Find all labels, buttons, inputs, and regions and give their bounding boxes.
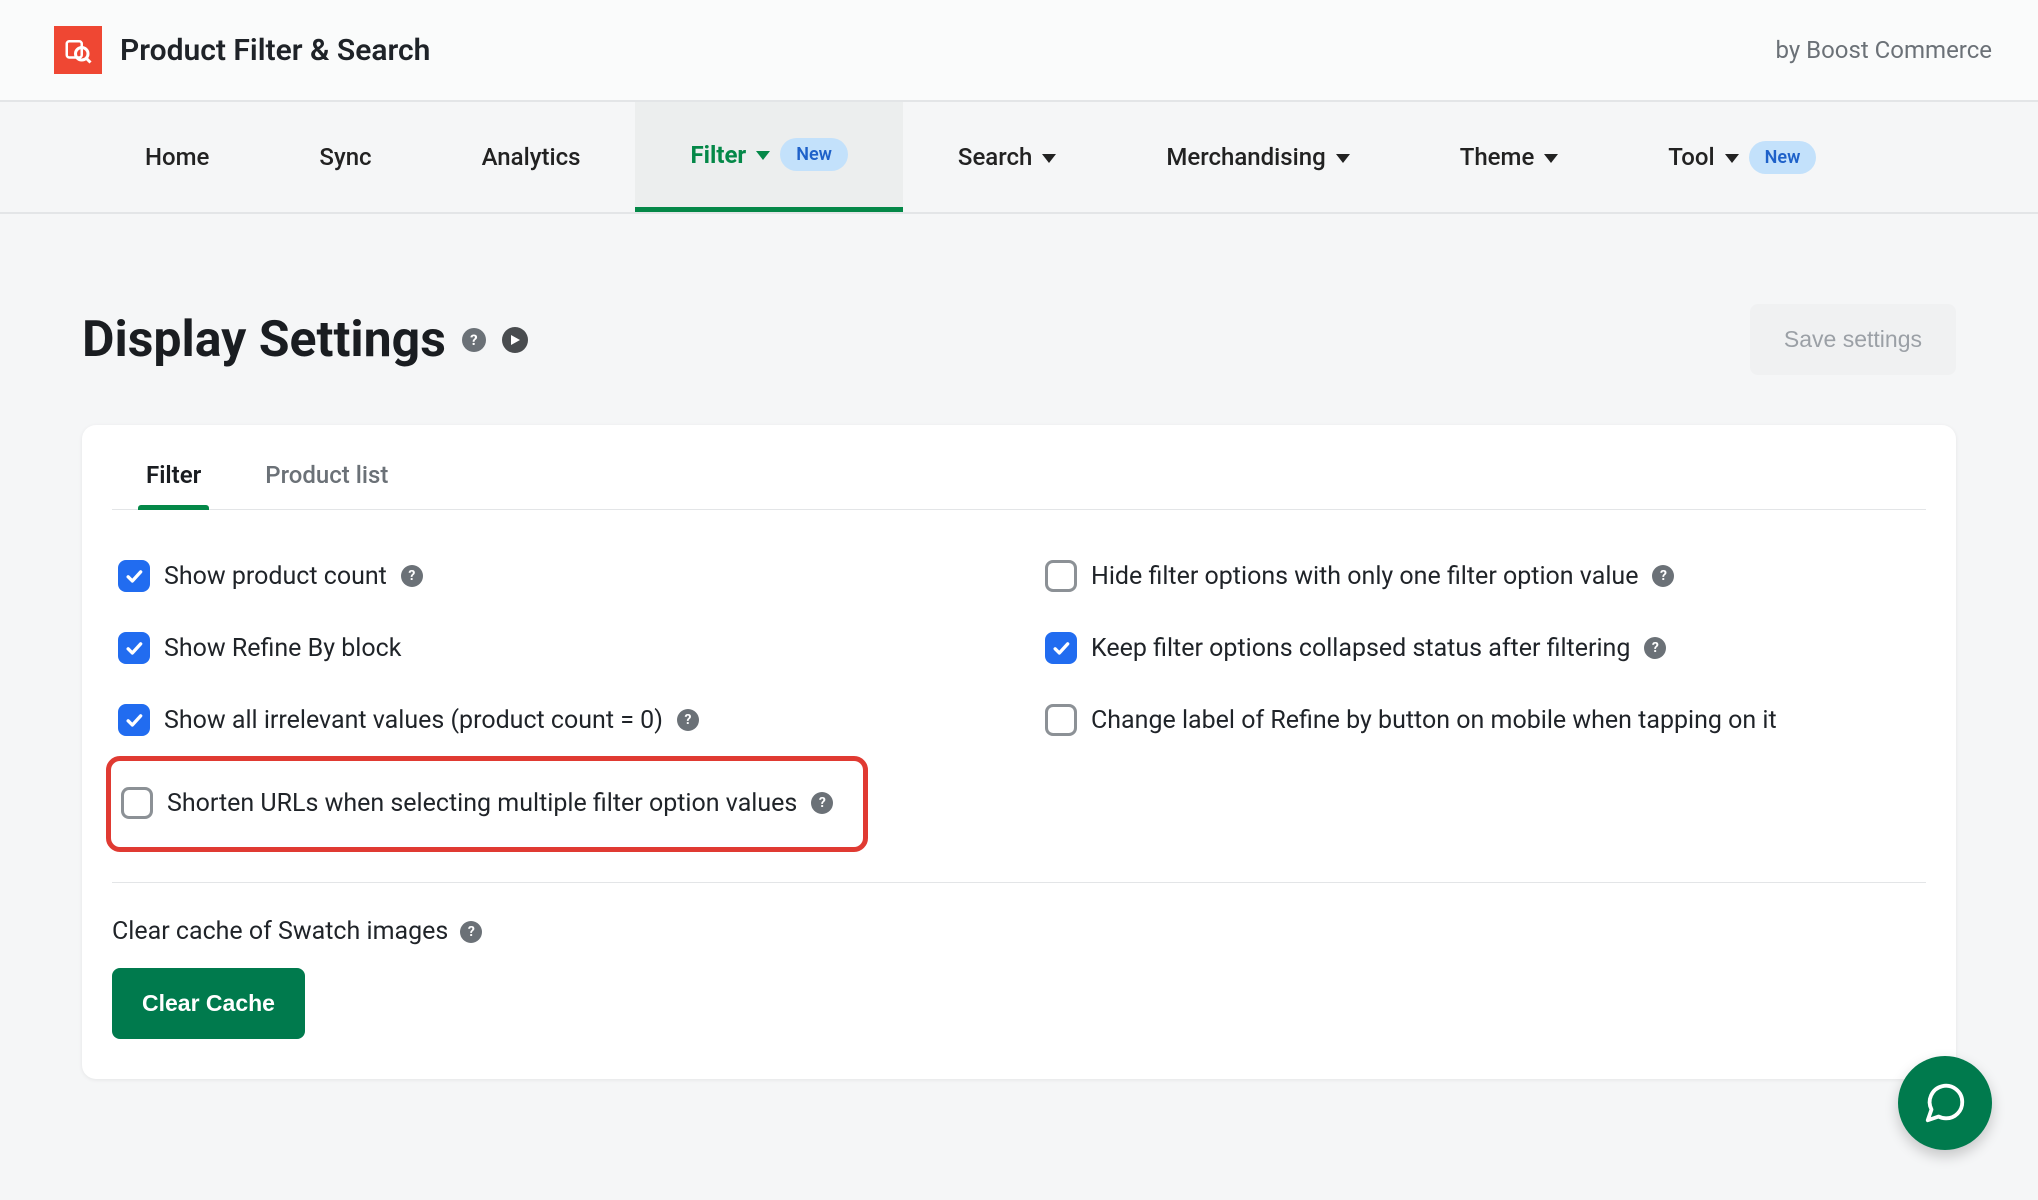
clear-cache-help-icon[interactable]: ? xyxy=(460,921,482,943)
options-column-left: Show product count? Show Refine By block S… xyxy=(112,540,999,852)
nav-item-home[interactable]: Home xyxy=(90,102,264,212)
app-logo-icon xyxy=(54,26,102,74)
option-row: Hide filter options with only one filter… xyxy=(1039,540,1926,612)
options-column-right: Hide filter options with only one filter… xyxy=(1039,540,1926,852)
nav-item-label: Analytics xyxy=(482,143,581,171)
option-help-icon[interactable]: ? xyxy=(1652,565,1674,587)
nav-badge: New xyxy=(1749,141,1817,174)
page-help-icon[interactable]: ? xyxy=(462,328,486,352)
option-label: Keep filter options collapsed status aft… xyxy=(1091,634,1630,663)
option-checkbox[interactable] xyxy=(121,787,153,819)
chevron-down-icon xyxy=(1042,154,1056,163)
chevron-down-icon xyxy=(756,151,770,160)
option-help-icon[interactable]: ? xyxy=(677,709,699,731)
card-tabs: Filter Product list xyxy=(112,425,1926,510)
option-checkbox[interactable] xyxy=(1045,560,1077,592)
page-video-icon[interactable] xyxy=(502,327,528,353)
nav-item-label: Home xyxy=(145,143,209,171)
option-help-icon[interactable]: ? xyxy=(811,792,833,814)
app-bar-left: Product Filter & Search xyxy=(54,26,430,74)
option-row: Show product count? xyxy=(112,540,999,612)
app-vendor: by Boost Commerce xyxy=(1775,36,1992,64)
app-title: Product Filter & Search xyxy=(120,33,430,68)
option-checkbox[interactable] xyxy=(118,632,150,664)
option-row: Show all irrelevant values (product coun… xyxy=(112,684,999,756)
nav-item-label: Merchandising xyxy=(1166,143,1325,171)
option-label: Show all irrelevant values (product coun… xyxy=(164,706,663,735)
clear-cache-label-row: Clear cache of Swatch images ? xyxy=(112,917,1926,946)
chevron-down-icon xyxy=(1336,154,1350,163)
option-label: Change label of Refine by button on mobi… xyxy=(1091,706,1777,735)
nav-badge: New xyxy=(780,138,848,171)
save-settings-button[interactable]: Save settings xyxy=(1750,304,1956,375)
nav-item-label: Theme xyxy=(1460,143,1535,171)
nav-item-analytics[interactable]: Analytics xyxy=(427,102,636,212)
nav-item-label: Tool xyxy=(1668,143,1714,171)
nav-item-sync[interactable]: Sync xyxy=(264,102,426,212)
page-header-row: Display Settings ? Save settings xyxy=(82,304,1956,375)
option-checkbox[interactable] xyxy=(118,704,150,736)
option-row: Keep filter options collapsed status aft… xyxy=(1039,612,1926,684)
nav-item-search[interactable]: Search xyxy=(903,102,1111,212)
clear-cache-button[interactable]: Clear Cache xyxy=(112,968,305,1039)
nav-item-merchandising[interactable]: Merchandising xyxy=(1111,102,1404,212)
option-help-icon[interactable]: ? xyxy=(401,565,423,587)
chevron-down-icon xyxy=(1544,154,1558,163)
nav-item-theme[interactable]: Theme xyxy=(1405,102,1614,212)
tab-product-list[interactable]: Product list xyxy=(257,461,396,509)
option-label: Show Refine By block xyxy=(164,634,401,663)
option-checkbox[interactable] xyxy=(1045,704,1077,736)
option-checkbox[interactable] xyxy=(118,560,150,592)
chevron-down-icon xyxy=(1725,154,1739,163)
nav-row: Home Sync Analytics Filter New Search Merchand… xyxy=(0,102,2038,214)
option-label: Hide filter options with only one filter… xyxy=(1091,562,1638,591)
page-title: Display Settings xyxy=(82,311,446,369)
page-body: Display Settings ? Save settings Filter P… xyxy=(0,214,2038,1079)
nav-item-tool[interactable]: Tool New xyxy=(1613,102,1871,212)
clear-cache-section: Clear cache of Swatch images ? Clear Cac… xyxy=(112,882,1926,1039)
options-grid: Show product count? Show Refine By block S… xyxy=(112,510,1926,852)
option-row: Shorten URLs when selecting multiple fil… xyxy=(106,756,868,852)
nav-item-label: Filter xyxy=(690,141,746,169)
chat-fab[interactable] xyxy=(1898,1056,1992,1150)
page-header-left: Display Settings ? xyxy=(82,311,528,369)
option-row: Change label of Refine by button on mobi… xyxy=(1039,684,1926,756)
nav-item-label: Search xyxy=(958,143,1032,171)
option-row: Show Refine By block xyxy=(112,612,999,684)
app-bar: Product Filter & Search by Boost Commerc… xyxy=(0,0,2038,102)
option-checkbox[interactable] xyxy=(1045,632,1077,664)
option-label: Shorten URLs when selecting multiple fil… xyxy=(167,789,797,818)
option-help-icon[interactable]: ? xyxy=(1644,637,1666,659)
settings-card: FilterProduct list Show product count?Sh… xyxy=(82,425,1956,1079)
tab-filter[interactable]: Filter xyxy=(138,461,209,509)
clear-cache-label: Clear cache of Swatch images xyxy=(112,917,448,946)
nav-item-filter[interactable]: Filter New xyxy=(635,102,902,212)
option-label: Show product count xyxy=(164,562,387,591)
nav-item-label: Sync xyxy=(319,143,371,171)
